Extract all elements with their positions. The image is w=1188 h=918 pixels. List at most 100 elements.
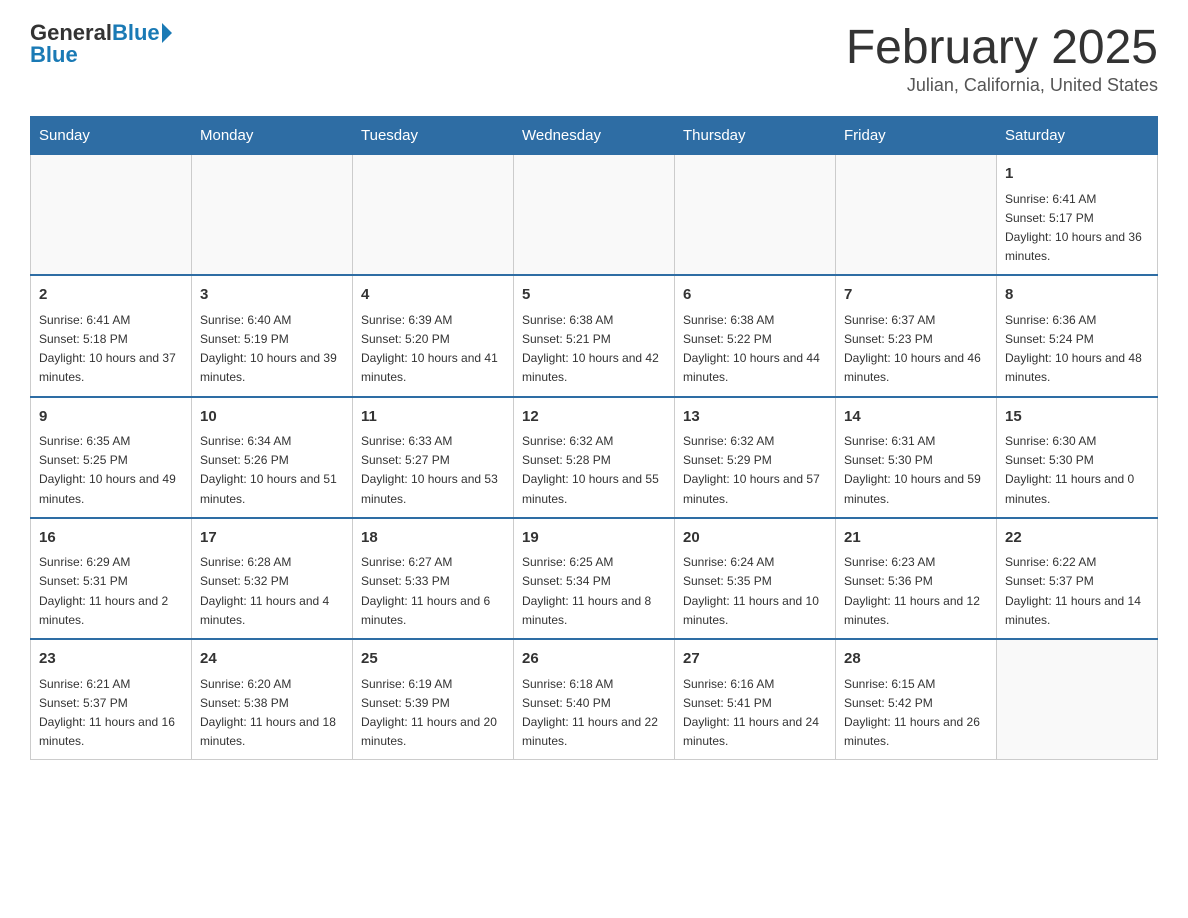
day-number: 13 (683, 406, 827, 429)
day-info: Sunrise: 6:16 AMSunset: 5:41 PMDaylight:… (683, 675, 827, 752)
calendar-day-cell: 4 Sunrise: 6:39 AMSunset: 5:20 PMDaylight… (353, 275, 514, 396)
day-number: 10 (200, 406, 344, 429)
calendar-week-row: 9 Sunrise: 6:35 AMSunset: 5:25 PMDaylight… (31, 397, 1158, 518)
calendar-day-cell (31, 155, 192, 276)
day-number: 4 (361, 284, 505, 307)
day-info: Sunrise: 6:28 AMSunset: 5:32 PMDaylight:… (200, 553, 344, 630)
calendar-day-cell: 21 Sunrise: 6:23 AMSunset: 5:36 PMDayligh… (836, 518, 997, 639)
day-info: Sunrise: 6:22 AMSunset: 5:37 PMDaylight:… (1005, 553, 1149, 630)
day-number: 26 (522, 648, 666, 671)
day-info: Sunrise: 6:37 AMSunset: 5:23 PMDaylight:… (844, 311, 988, 388)
weekday-header-friday: Friday (836, 117, 997, 155)
day-info: Sunrise: 6:20 AMSunset: 5:38 PMDaylight:… (200, 675, 344, 752)
weekday-header-tuesday: Tuesday (353, 117, 514, 155)
page-header: GeneralBlue Blue February 2025 Julian, C… (30, 20, 1158, 96)
day-info: Sunrise: 6:15 AMSunset: 5:42 PMDaylight:… (844, 675, 988, 752)
weekday-header-thursday: Thursday (675, 117, 836, 155)
calendar-week-row: 2 Sunrise: 6:41 AMSunset: 5:18 PMDaylight… (31, 275, 1158, 396)
calendar-day-cell: 27 Sunrise: 6:16 AMSunset: 5:41 PMDayligh… (675, 639, 836, 760)
day-number: 6 (683, 284, 827, 307)
day-info: Sunrise: 6:38 AMSunset: 5:21 PMDaylight:… (522, 311, 666, 388)
day-number: 2 (39, 284, 183, 307)
calendar-day-cell (836, 155, 997, 276)
title-area: February 2025 Julian, California, United… (846, 20, 1158, 96)
day-info: Sunrise: 6:34 AMSunset: 5:26 PMDaylight:… (200, 432, 344, 509)
day-number: 7 (844, 284, 988, 307)
calendar-week-row: 1Sunrise: 6:41 AMSunset: 5:17 PMDaylight… (31, 155, 1158, 276)
day-number: 27 (683, 648, 827, 671)
day-number: 21 (844, 527, 988, 550)
day-number: 28 (844, 648, 988, 671)
calendar-day-cell: 26 Sunrise: 6:18 AMSunset: 5:40 PMDayligh… (514, 639, 675, 760)
calendar-week-row: 23 Sunrise: 6:21 AMSunset: 5:37 PMDayligh… (31, 639, 1158, 760)
calendar-day-cell: 16 Sunrise: 6:29 AMSunset: 5:31 PMDayligh… (31, 518, 192, 639)
day-number: 18 (361, 527, 505, 550)
calendar-day-cell: 15Sunrise: 6:30 AMSunset: 5:30 PMDayligh… (997, 397, 1158, 518)
day-number: 15 (1005, 406, 1149, 429)
day-number: 5 (522, 284, 666, 307)
calendar-day-cell (353, 155, 514, 276)
weekday-header-wednesday: Wednesday (514, 117, 675, 155)
calendar-day-cell: 19 Sunrise: 6:25 AMSunset: 5:34 PMDayligh… (514, 518, 675, 639)
day-info: Sunrise: 6:31 AMSunset: 5:30 PMDaylight:… (844, 432, 988, 509)
day-number: 3 (200, 284, 344, 307)
calendar-day-cell: 1Sunrise: 6:41 AMSunset: 5:17 PMDaylight… (997, 155, 1158, 276)
calendar-day-cell: 12Sunrise: 6:32 AMSunset: 5:28 PMDayligh… (514, 397, 675, 518)
logo-sub: Blue (30, 42, 78, 68)
day-info: Sunrise: 6:23 AMSunset: 5:36 PMDaylight:… (844, 553, 988, 630)
day-number: 16 (39, 527, 183, 550)
day-info: Sunrise: 6:24 AMSunset: 5:35 PMDaylight:… (683, 553, 827, 630)
day-number: 24 (200, 648, 344, 671)
day-info: Sunrise: 6:40 AMSunset: 5:19 PMDaylight:… (200, 311, 344, 388)
day-info: Sunrise: 6:36 AMSunset: 5:24 PMDaylight:… (1005, 311, 1149, 388)
logo-blue-text: Blue (112, 20, 160, 46)
calendar-day-cell (192, 155, 353, 276)
calendar-day-cell (997, 639, 1158, 760)
location: Julian, California, United States (846, 75, 1158, 96)
day-info: Sunrise: 6:32 AMSunset: 5:29 PMDaylight:… (683, 432, 827, 509)
day-info: Sunrise: 6:18 AMSunset: 5:40 PMDaylight:… (522, 675, 666, 752)
day-number: 23 (39, 648, 183, 671)
calendar-table: SundayMondayTuesdayWednesdayThursdayFrid… (30, 116, 1158, 760)
calendar-day-cell: 24 Sunrise: 6:20 AMSunset: 5:38 PMDayligh… (192, 639, 353, 760)
weekday-header-row: SundayMondayTuesdayWednesdayThursdayFrid… (31, 117, 1158, 155)
weekday-header-monday: Monday (192, 117, 353, 155)
day-info: Sunrise: 6:29 AMSunset: 5:31 PMDaylight:… (39, 553, 183, 630)
day-number: 9 (39, 406, 183, 429)
calendar-day-cell (675, 155, 836, 276)
calendar-day-cell (514, 155, 675, 276)
day-info: Sunrise: 6:21 AMSunset: 5:37 PMDaylight:… (39, 675, 183, 752)
day-info: Sunrise: 6:33 AMSunset: 5:27 PMDaylight:… (361, 432, 505, 509)
calendar-day-cell: 8 Sunrise: 6:36 AMSunset: 5:24 PMDaylight… (997, 275, 1158, 396)
day-info: Sunrise: 6:38 AMSunset: 5:22 PMDaylight:… (683, 311, 827, 388)
calendar-day-cell: 3 Sunrise: 6:40 AMSunset: 5:19 PMDaylight… (192, 275, 353, 396)
day-info: Sunrise: 6:25 AMSunset: 5:34 PMDaylight:… (522, 553, 666, 630)
day-number: 8 (1005, 284, 1149, 307)
day-info: Sunrise: 6:39 AMSunset: 5:20 PMDaylight:… (361, 311, 505, 388)
day-number: 11 (361, 406, 505, 429)
day-number: 14 (844, 406, 988, 429)
calendar-day-cell: 22Sunrise: 6:22 AMSunset: 5:37 PMDayligh… (997, 518, 1158, 639)
calendar-day-cell: 10 Sunrise: 6:34 AMSunset: 5:26 PMDayligh… (192, 397, 353, 518)
calendar-day-cell: 17Sunrise: 6:28 AMSunset: 5:32 PMDayligh… (192, 518, 353, 639)
calendar-day-cell: 7 Sunrise: 6:37 AMSunset: 5:23 PMDaylight… (836, 275, 997, 396)
day-info: Sunrise: 6:41 AMSunset: 5:18 PMDaylight:… (39, 311, 183, 388)
day-info: Sunrise: 6:32 AMSunset: 5:28 PMDaylight:… (522, 432, 666, 509)
day-info: Sunrise: 6:41 AMSunset: 5:17 PMDaylight:… (1005, 190, 1149, 267)
calendar-day-cell: 2 Sunrise: 6:41 AMSunset: 5:18 PMDaylight… (31, 275, 192, 396)
day-info: Sunrise: 6:27 AMSunset: 5:33 PMDaylight:… (361, 553, 505, 630)
day-info: Sunrise: 6:19 AMSunset: 5:39 PMDaylight:… (361, 675, 505, 752)
calendar-day-cell: 5 Sunrise: 6:38 AMSunset: 5:21 PMDaylight… (514, 275, 675, 396)
month-title: February 2025 (846, 20, 1158, 75)
calendar-day-cell: 20 Sunrise: 6:24 AMSunset: 5:35 PMDayligh… (675, 518, 836, 639)
weekday-header-saturday: Saturday (997, 117, 1158, 155)
day-info: Sunrise: 6:35 AMSunset: 5:25 PMDaylight:… (39, 432, 183, 509)
calendar-day-cell: 6 Sunrise: 6:38 AMSunset: 5:22 PMDaylight… (675, 275, 836, 396)
calendar-day-cell: 9 Sunrise: 6:35 AMSunset: 5:25 PMDaylight… (31, 397, 192, 518)
logo-arrow-icon (162, 23, 172, 43)
day-number: 20 (683, 527, 827, 550)
calendar-day-cell: 18 Sunrise: 6:27 AMSunset: 5:33 PMDayligh… (353, 518, 514, 639)
day-number: 19 (522, 527, 666, 550)
calendar-day-cell: 14 Sunrise: 6:31 AMSunset: 5:30 PMDayligh… (836, 397, 997, 518)
calendar-day-cell: 25Sunrise: 6:19 AMSunset: 5:39 PMDayligh… (353, 639, 514, 760)
